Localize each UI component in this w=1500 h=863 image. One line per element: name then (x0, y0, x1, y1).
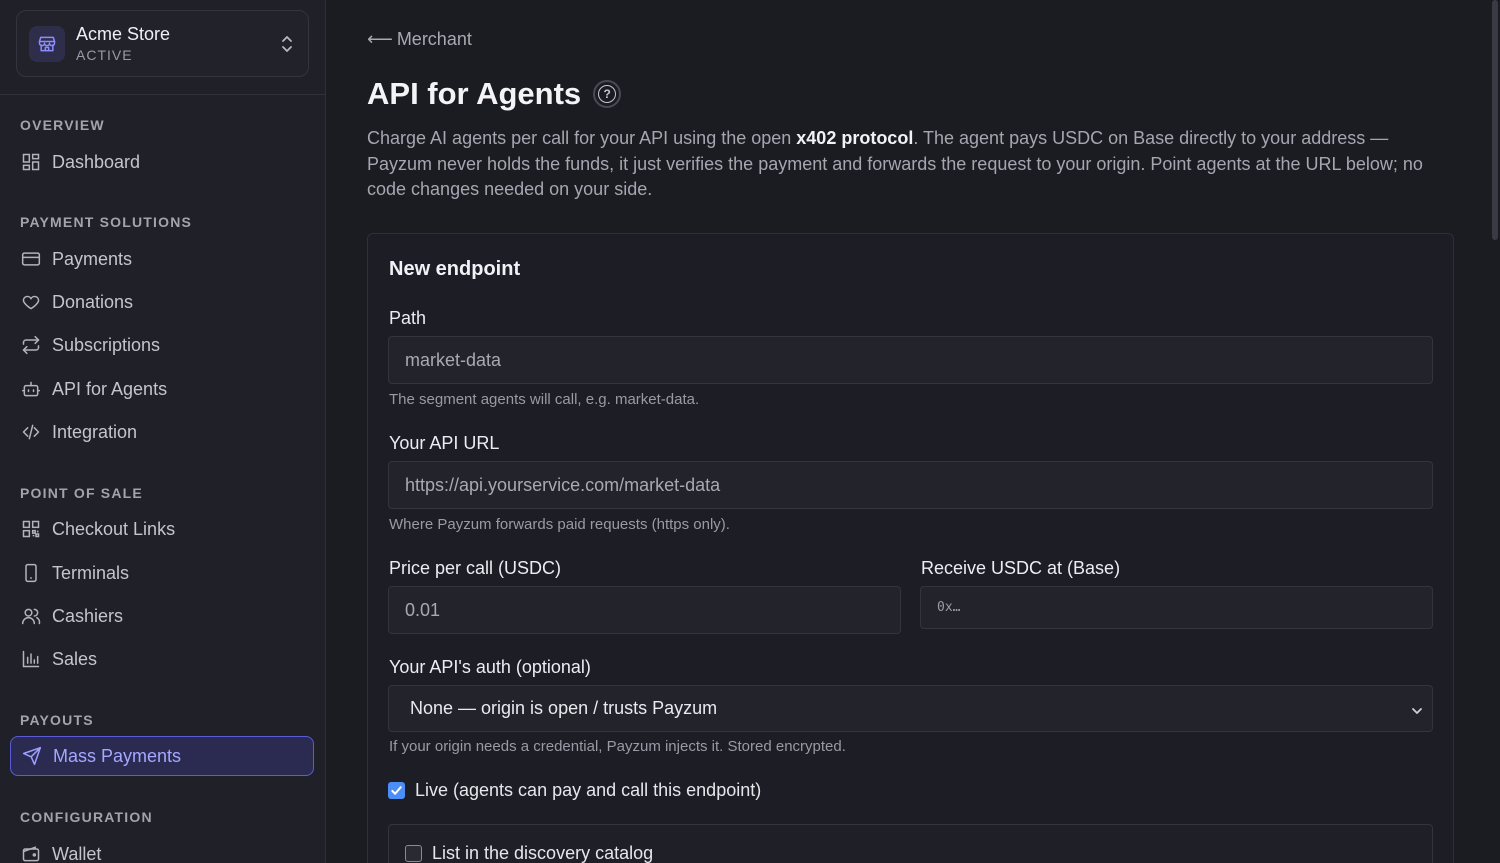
sidebar-item-wallet[interactable]: Wallet (10, 834, 314, 863)
api-url-label: Your API URL (389, 433, 500, 453)
sidebar-item-donations[interactable]: Donations (10, 282, 314, 322)
section-title-overview: OVERVIEW (20, 117, 105, 133)
live-checkbox[interactable] (388, 782, 405, 799)
heart-icon (20, 291, 42, 313)
discovery-checkbox[interactable] (405, 845, 422, 862)
sidebar-item-label: Payments (52, 248, 133, 269)
api-url-placeholder: https://api.yourservice.com/market-data (405, 474, 721, 495)
sidebar-item-label: Integration (52, 421, 138, 442)
dashboard-icon (20, 151, 42, 173)
sidebar-item-label: Subscriptions (52, 334, 161, 355)
live-checkbox-row[interactable]: Live (agents can pay and call this endpo… (388, 780, 761, 801)
discovery-checkbox-label: List in the discovery catalog (432, 843, 654, 863)
price-input[interactable]: 0.01 (388, 586, 901, 634)
discovery-box: List in the discovery catalog (388, 824, 1433, 863)
section-title-payment-solutions: PAYMENT SOLUTIONS (20, 214, 193, 230)
discovery-checkbox-row[interactable]: List in the discovery catalog (405, 843, 653, 863)
protocol-name: x402 protocol (796, 128, 914, 148)
sidebar-item-label: API for Agents (52, 378, 168, 399)
sidebar-item-integration[interactable]: Integration (10, 412, 314, 452)
sidebar-item-label: Mass Payments (53, 745, 182, 766)
wallet-icon (20, 843, 42, 863)
sidebar-item-subscriptions[interactable]: Subscriptions (10, 325, 314, 365)
sidebar-item-label: Checkout Links (52, 518, 176, 539)
sidebar-item-label: Wallet (52, 843, 102, 863)
chevron-down-icon (1410, 702, 1424, 723)
store-name: Acme Store (76, 23, 171, 44)
store-switcher[interactable]: Acme Store ACTIVE (16, 10, 309, 77)
send-icon (21, 745, 43, 767)
auth-label: Your API's auth (optional) (389, 657, 591, 677)
receive-label: Receive USDC at (Base) (921, 558, 1121, 578)
scrollbar[interactable] (1490, 0, 1500, 863)
sidebar-item-payments[interactable]: Payments (10, 239, 314, 279)
store-icon (29, 25, 65, 62)
bot-icon (20, 378, 42, 400)
auth-hint: If your origin needs a credential, Payzu… (389, 738, 846, 755)
credit-card-icon (20, 248, 42, 270)
sidebar-item-mass-payments[interactable]: Mass Payments (10, 736, 314, 776)
arrow-left-icon: ⟵ (367, 29, 393, 49)
sidebar-divider (0, 94, 325, 95)
repeat-icon (20, 334, 42, 356)
path-input[interactable]: market-data (388, 336, 1433, 384)
store-status: ACTIVE (76, 46, 133, 63)
users-icon (20, 605, 42, 627)
sidebar-item-label: Terminals (52, 562, 130, 583)
back-link-label: Merchant (396, 29, 472, 49)
sidebar-item-checkout-links[interactable]: Checkout Links (10, 509, 314, 549)
price-placeholder: 0.01 (405, 599, 441, 620)
bar-chart-icon (20, 648, 42, 670)
page-title: API for Agents (367, 76, 582, 111)
app: Acme Store ACTIVE OVERVIEW Dashboard PAY… (0, 0, 1500, 863)
sidebar-item-sales[interactable]: Sales (10, 639, 314, 679)
back-link[interactable]: ⟵ Merchant (367, 29, 472, 50)
path-placeholder: market-data (405, 349, 502, 370)
section-title-payouts: PAYOUTS (20, 712, 94, 728)
page-intro: Charge AI agents per call for your API u… (367, 126, 1447, 203)
api-url-input[interactable]: https://api.yourservice.com/market-data (388, 461, 1433, 509)
sidebar-item-label: Donations (52, 291, 134, 312)
chevron-up-down-icon (278, 32, 296, 56)
sidebar: Acme Store ACTIVE OVERVIEW Dashboard PAY… (0, 0, 326, 863)
sidebar-item-label: Sales (52, 648, 98, 669)
receive-address-input[interactable]: 0x… (920, 586, 1433, 629)
section-title-configuration: CONFIGURATION (20, 809, 153, 825)
api-url-hint: Where Payzum forwards paid requests (htt… (389, 516, 730, 533)
qr-code-icon (20, 518, 42, 540)
card-title: New endpoint (389, 258, 521, 280)
price-label: Price per call (USDC) (389, 558, 562, 578)
auth-select[interactable]: None — origin is open / trusts Payzum (388, 685, 1433, 732)
auth-selected-value: None — origin is open / trusts Payzum (410, 698, 718, 718)
sidebar-item-terminals[interactable]: Terminals (10, 553, 314, 593)
main-content: ⟵ Merchant API for Agents ? Charge AI ag… (326, 0, 1500, 863)
sidebar-item-label: Dashboard (52, 151, 141, 172)
section-title-point-of-sale: POINT OF SALE (20, 485, 143, 501)
page-title-row: API for Agents ? (367, 76, 622, 112)
live-checkbox-label: Live (agents can pay and call this endpo… (415, 780, 762, 800)
sidebar-item-label: Cashiers (52, 605, 124, 626)
path-hint: The segment agents will call, e.g. marke… (389, 391, 700, 408)
path-label: Path (389, 308, 427, 328)
sidebar-item-dashboard[interactable]: Dashboard (10, 142, 314, 182)
new-endpoint-card: New endpoint Path market-data The segmen… (367, 233, 1454, 863)
sidebar-item-api-for-agents[interactable]: API for Agents (10, 369, 314, 409)
receive-placeholder: 0x… (937, 600, 961, 615)
tablet-icon (20, 562, 42, 584)
scrollbar-thumb[interactable] (1492, 0, 1498, 240)
intro-text: Charge AI agents per call for your API u… (367, 128, 797, 148)
code-icon (20, 421, 42, 443)
help-icon[interactable]: ? (593, 80, 622, 108)
sidebar-item-cashiers[interactable]: Cashiers (10, 596, 314, 636)
